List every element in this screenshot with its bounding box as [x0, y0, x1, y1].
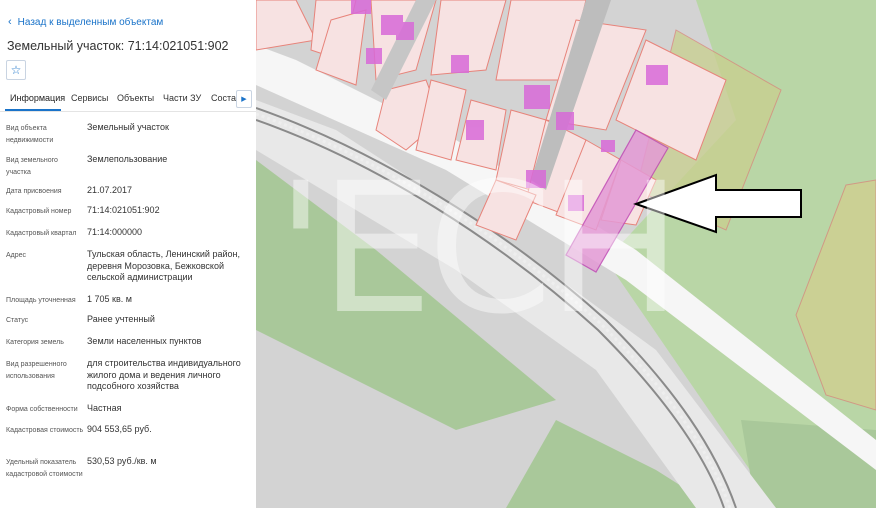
row-value: 904 553,65 руб.: [87, 424, 152, 434]
row-label: Категория земель: [6, 339, 64, 346]
row-label: Форма собственности: [6, 406, 78, 413]
page-title: Земельный участок: 71:14:021051:902: [7, 39, 229, 53]
row-value: Частная: [87, 403, 122, 413]
info-panel: ‹ Назад к выделенным объектам Земельный у…: [0, 0, 257, 508]
tab-bar: Информация Сервисы Объекты Части ЗУ Сост…: [0, 89, 256, 112]
row-value: Земли населенных пунктов: [87, 336, 202, 346]
row-value: 530,53 руб./кв. м: [87, 456, 157, 466]
chevron-right-icon: ▶: [241, 96, 247, 103]
tab-objects[interactable]: Объекты: [117, 93, 154, 103]
back-link[interactable]: ‹ Назад к выделенным объектам: [8, 16, 163, 28]
row-value: Землепользование: [87, 154, 168, 164]
row-value: 71:14:000000: [87, 227, 143, 237]
row-value: Земельный участок: [87, 122, 169, 132]
favorite-button[interactable]: ☆: [6, 60, 26, 80]
row-value: Тульская область, Ленинский район, дерев…: [87, 249, 240, 282]
row-label: Площадь уточненная: [6, 297, 76, 304]
row-label: Дата присвоения: [6, 188, 62, 195]
row-label: Удельный показатель кадастровой стоимост…: [6, 459, 83, 478]
row-label: Кадастровый номер: [6, 208, 72, 215]
tab-services[interactable]: Сервисы: [71, 93, 108, 103]
star-icon: ☆: [10, 63, 22, 77]
watermark: 'ЕСН: [276, 145, 682, 354]
tab-parts[interactable]: Части ЗУ: [163, 93, 201, 103]
row-label: Вид земельного участка: [6, 157, 58, 176]
row-label: Адрес: [6, 252, 27, 259]
row-value: Ранее учтенный: [87, 314, 155, 324]
row-label: Статус: [6, 317, 29, 324]
tab-info[interactable]: Информация: [10, 93, 65, 103]
row-label: Вид разрешенного использования: [6, 361, 67, 380]
back-link-label: Назад к выделенным объектам: [17, 17, 164, 28]
row-label: Вид объекта недвижимости: [6, 125, 54, 144]
row-value: для строительства индивидуального жилого…: [87, 358, 241, 391]
chevron-left-icon: ‹: [8, 16, 12, 28]
row-value: 71:14:021051:902: [87, 205, 160, 215]
tabs-scroll-button[interactable]: ▶: [236, 90, 252, 108]
cadastral-map[interactable]: 'ЕСН: [256, 0, 876, 508]
row-label: Кадастровый квартал: [6, 230, 77, 237]
row-value: 1 705 кв. м: [87, 294, 132, 304]
active-tab-indicator: [5, 109, 61, 111]
row-label: Кадастровая стоимость: [6, 427, 84, 434]
row-value: 21.07.2017: [87, 185, 133, 195]
